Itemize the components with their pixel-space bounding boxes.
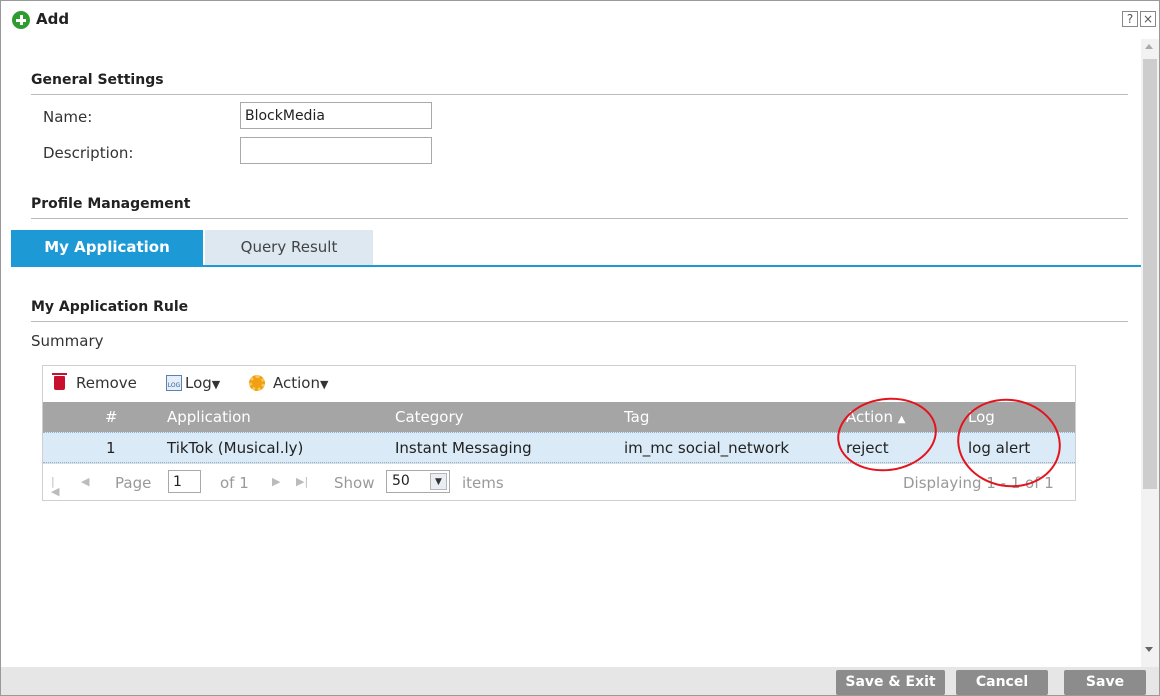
trash-icon[interactable] bbox=[52, 373, 67, 390]
column-header-category[interactable]: Category bbox=[395, 408, 464, 426]
table-pager: |◀ ◀ Page of 1 ▶ ▶| Show 50 ▼ items Disp… bbox=[43, 463, 1075, 500]
tab-underline bbox=[11, 265, 1141, 267]
scroll-up-icon[interactable] bbox=[1145, 44, 1153, 49]
remove-button[interactable]: Remove bbox=[76, 374, 137, 392]
cell-category: Instant Messaging bbox=[395, 439, 532, 457]
next-page-icon[interactable]: ▶ bbox=[272, 476, 282, 487]
description-field[interactable] bbox=[240, 137, 432, 164]
cell-action: reject bbox=[846, 439, 889, 457]
scroll-down-icon[interactable] bbox=[1145, 647, 1153, 652]
table-toolbar: Remove LOG Log▼ Action▼ bbox=[43, 366, 1075, 402]
section-divider bbox=[31, 321, 1128, 322]
chevron-down-icon: ▼ bbox=[319, 378, 329, 391]
application-rule-table: Remove LOG Log▼ Action▼ # Application Ca… bbox=[42, 365, 1076, 501]
section-divider bbox=[31, 218, 1128, 219]
last-page-icon[interactable]: ▶| bbox=[296, 476, 308, 487]
cancel-button[interactable]: Cancel bbox=[956, 670, 1048, 695]
tab-my-application[interactable]: My Application bbox=[11, 230, 203, 265]
log-menu-label: Log bbox=[185, 374, 212, 392]
my-application-rule-heading: My Application Rule bbox=[31, 299, 189, 315]
chevron-down-icon[interactable]: ▼ bbox=[430, 473, 447, 490]
first-page-icon[interactable]: |◀ bbox=[51, 476, 61, 497]
page-count-label: of 1 bbox=[220, 474, 249, 492]
scroll-thumb[interactable] bbox=[1143, 59, 1157, 489]
sort-ascending-icon: ▲ bbox=[897, 414, 906, 425]
gear-icon[interactable] bbox=[249, 375, 265, 391]
general-settings-heading: General Settings bbox=[31, 72, 164, 88]
dialog-title: Add bbox=[36, 10, 70, 28]
column-header-action-label: Action bbox=[846, 408, 893, 426]
description-label: Description: bbox=[43, 144, 134, 162]
save-and-exit-button[interactable]: Save & Exit bbox=[836, 670, 945, 695]
cell-application: TikTok (Musical.ly) bbox=[167, 439, 304, 457]
column-header-action[interactable]: Action ▲ bbox=[846, 408, 905, 426]
cell-index: 1 bbox=[106, 439, 116, 457]
displaying-status: Displaying 1 - 1 of 1 bbox=[903, 474, 1054, 492]
log-menu-button[interactable]: Log▼ bbox=[185, 374, 220, 392]
page-label: Page bbox=[115, 474, 152, 492]
table-header: # Application Category Tag Action ▲ Log bbox=[43, 402, 1075, 432]
column-header-tag[interactable]: Tag bbox=[624, 408, 649, 426]
add-dialog: Add ? × General Settings Name: Descripti… bbox=[0, 0, 1160, 696]
add-icon bbox=[12, 11, 30, 29]
vertical-scrollbar[interactable] bbox=[1141, 39, 1159, 667]
items-label: items bbox=[462, 474, 504, 492]
action-menu-button[interactable]: Action▼ bbox=[273, 374, 328, 392]
tab-query-result[interactable]: Query Result bbox=[205, 230, 373, 265]
previous-page-icon[interactable]: ◀ bbox=[81, 476, 91, 487]
log-icon[interactable]: LOG bbox=[166, 375, 182, 391]
chevron-down-icon: ▼ bbox=[211, 378, 221, 391]
column-header-application[interactable]: Application bbox=[167, 408, 251, 426]
name-label: Name: bbox=[43, 108, 93, 126]
name-field[interactable] bbox=[240, 102, 432, 129]
page-number-input[interactable] bbox=[168, 470, 201, 493]
action-menu-label: Action bbox=[273, 374, 320, 392]
show-label: Show bbox=[334, 474, 375, 492]
title-bar: Add ? × bbox=[1, 1, 1159, 39]
table-row[interactable]: 1 TikTok (Musical.ly) Instant Messaging … bbox=[43, 432, 1075, 463]
page-size-value: 50 bbox=[392, 473, 410, 489]
close-button[interactable]: × bbox=[1140, 11, 1156, 27]
help-button[interactable]: ? bbox=[1122, 11, 1138, 27]
column-header-log[interactable]: Log bbox=[968, 408, 995, 426]
save-button[interactable]: Save bbox=[1064, 670, 1146, 695]
cell-tag: im_mc social_network bbox=[624, 439, 790, 457]
cell-log: log alert bbox=[968, 439, 1031, 457]
dialog-footer: Save & Exit Cancel Save bbox=[1, 667, 1159, 695]
column-header-index[interactable]: # bbox=[105, 408, 118, 426]
profile-management-heading: Profile Management bbox=[31, 196, 191, 212]
page-size-select[interactable]: 50 ▼ bbox=[386, 470, 450, 493]
section-divider bbox=[31, 94, 1128, 95]
summary-label: Summary bbox=[31, 332, 104, 350]
